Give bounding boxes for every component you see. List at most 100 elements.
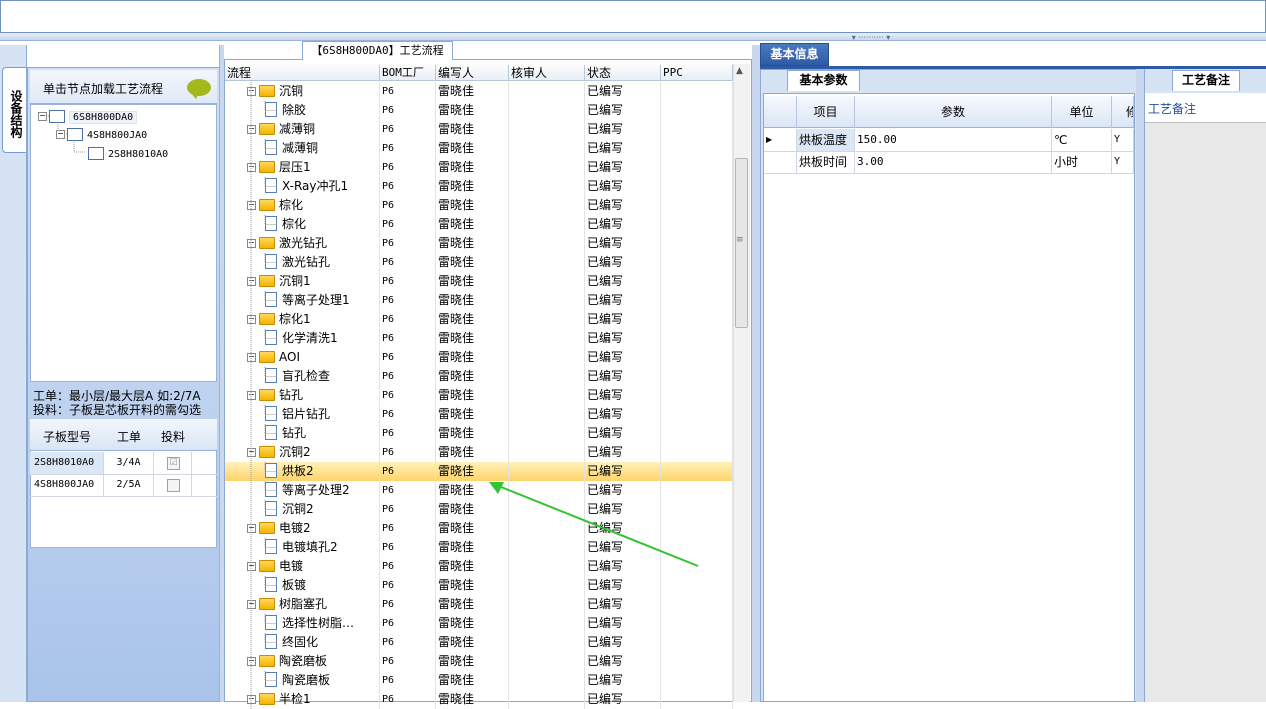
- cell-bom[interactable]: P6: [380, 82, 436, 101]
- cell-bom[interactable]: P6: [380, 671, 436, 690]
- cell-reviewer[interactable]: [509, 177, 585, 196]
- process-row[interactable]: − 层压1 P6 雷晓佳 已编写: [225, 158, 733, 177]
- collapse-icon[interactable]: −: [247, 353, 256, 362]
- process-row[interactable]: 盲孔检查 P6 雷晓佳 已编写: [225, 367, 733, 386]
- cell-reviewer[interactable]: [509, 633, 585, 652]
- cell-step[interactable]: X-Ray冲孔1: [225, 177, 380, 196]
- scroll-up-icon[interactable]: ▲: [736, 66, 743, 76]
- cell-step[interactable]: − 半检1: [225, 690, 380, 709]
- cell-reviewer[interactable]: [509, 614, 585, 633]
- cell-ppc[interactable]: [661, 557, 733, 576]
- process-row[interactable]: 等离子处理2 P6 雷晓佳 已编写: [225, 481, 733, 500]
- cell-reviewer[interactable]: [509, 158, 585, 177]
- cell-bom[interactable]: P6: [380, 557, 436, 576]
- tree-node-root[interactable]: − 6S8H800DA0: [38, 108, 138, 124]
- cell-writer[interactable]: 雷晓佳: [436, 291, 509, 310]
- cell-status[interactable]: 已编写: [585, 576, 661, 595]
- splitter-grip-icon[interactable]: ▾ ·········· ▾: [836, 34, 906, 42]
- cell-step[interactable]: 陶瓷磨板: [225, 671, 380, 690]
- cell-step[interactable]: − 沉铜1: [225, 272, 380, 291]
- cell-reviewer[interactable]: [509, 120, 585, 139]
- cell-status[interactable]: 已编写: [585, 405, 661, 424]
- process-row[interactable]: 化学清洗1 P6 雷晓佳 已编写: [225, 329, 733, 348]
- cell-ppc[interactable]: [661, 405, 733, 424]
- cell-bom[interactable]: P6: [380, 139, 436, 158]
- feed-checkbox[interactable]: [167, 479, 180, 492]
- cell-reviewer[interactable]: [509, 82, 585, 101]
- cell-ppc[interactable]: [661, 424, 733, 443]
- cell-ppc[interactable]: [661, 671, 733, 690]
- cell-ppc[interactable]: [661, 253, 733, 272]
- cell-status[interactable]: 已编写: [585, 595, 661, 614]
- cell-reviewer[interactable]: [509, 272, 585, 291]
- cell-unit[interactable]: 小时: [1052, 151, 1112, 173]
- cell-step[interactable]: 钻孔: [225, 424, 380, 443]
- process-row[interactable]: 除胶 P6 雷晓佳 已编写: [225, 101, 733, 120]
- cell-step[interactable]: − 沉铜2: [225, 443, 380, 462]
- cell-bom[interactable]: P6: [380, 481, 436, 500]
- cell-step[interactable]: 激光钻孔: [225, 253, 380, 272]
- cell-writer[interactable]: 雷晓佳: [436, 386, 509, 405]
- tree-node-label[interactable]: 4S8H800JA0: [87, 130, 147, 141]
- cell-status[interactable]: 已编写: [585, 158, 661, 177]
- tree-node-label[interactable]: 2S8H8010A0: [108, 149, 168, 160]
- cell-bom[interactable]: P6: [380, 158, 436, 177]
- cell-writer[interactable]: 雷晓佳: [436, 215, 509, 234]
- cell-reviewer[interactable]: [509, 367, 585, 386]
- right-splitter[interactable]: [1136, 69, 1144, 702]
- cell-writer[interactable]: 雷晓佳: [436, 519, 509, 538]
- cell-reviewer[interactable]: [509, 443, 585, 462]
- process-row[interactable]: 棕化 P6 雷晓佳 已编写: [225, 215, 733, 234]
- collapse-icon[interactable]: −: [247, 695, 256, 704]
- cell-reviewer[interactable]: [509, 424, 585, 443]
- cell-bom[interactable]: P6: [380, 348, 436, 367]
- cell-step[interactable]: − 减薄铜: [225, 120, 380, 139]
- cell-writer[interactable]: 雷晓佳: [436, 595, 509, 614]
- cell-writer[interactable]: 雷晓佳: [436, 272, 509, 291]
- process-row[interactable]: − 半检1 P6 雷晓佳 已编写: [225, 690, 733, 709]
- cell-status[interactable]: 已编写: [585, 82, 661, 101]
- collapse-icon[interactable]: −: [56, 130, 65, 139]
- cell-status[interactable]: 已编写: [585, 500, 661, 519]
- cell-bom[interactable]: P6: [380, 386, 436, 405]
- cell-reviewer[interactable]: [509, 386, 585, 405]
- cell-status[interactable]: 已编写: [585, 101, 661, 120]
- column-header[interactable]: 工单: [104, 428, 154, 445]
- cell-status[interactable]: 已编写: [585, 215, 661, 234]
- column-header[interactable]: 编写人: [436, 65, 509, 81]
- collapse-icon[interactable]: −: [247, 239, 256, 248]
- process-row[interactable]: 减薄铜 P6 雷晓佳 已编写: [225, 139, 733, 158]
- cell-status[interactable]: 已编写: [585, 538, 661, 557]
- cell-writer[interactable]: 雷晓佳: [436, 158, 509, 177]
- cell-reviewer[interactable]: [509, 253, 585, 272]
- cell-status[interactable]: 已编写: [585, 253, 661, 272]
- cell-step[interactable]: 铝片钻孔: [225, 405, 380, 424]
- cell-bom[interactable]: P6: [380, 272, 436, 291]
- cell-reviewer[interactable]: [509, 595, 585, 614]
- cell-order[interactable]: 3/4A: [104, 452, 154, 474]
- cell-reviewer[interactable]: [509, 576, 585, 595]
- cell-step[interactable]: − 激光钻孔: [225, 234, 380, 253]
- cell-status[interactable]: 已编写: [585, 557, 661, 576]
- cell-writer[interactable]: 雷晓佳: [436, 671, 509, 690]
- cell-writer[interactable]: 雷晓佳: [436, 234, 509, 253]
- cell-writer[interactable]: 雷晓佳: [436, 557, 509, 576]
- cell-ppc[interactable]: [661, 576, 733, 595]
- cell-bom[interactable]: P6: [380, 614, 436, 633]
- cell-step[interactable]: 板镀: [225, 576, 380, 595]
- tab-process-notes[interactable]: 工艺备注: [1172, 70, 1240, 91]
- process-row[interactable]: − AOI P6 雷晓佳 已编写: [225, 348, 733, 367]
- cell-reviewer[interactable]: [509, 139, 585, 158]
- cell-bom[interactable]: P6: [380, 196, 436, 215]
- cell-ppc[interactable]: [661, 310, 733, 329]
- cell-writer[interactable]: 雷晓佳: [436, 101, 509, 120]
- cell-status[interactable]: 已编写: [585, 272, 661, 291]
- cell-ppc[interactable]: [661, 595, 733, 614]
- cell-writer[interactable]: 雷晓佳: [436, 82, 509, 101]
- tree-node-label[interactable]: 6S8H800DA0: [69, 111, 138, 124]
- cell-writer[interactable]: 雷晓佳: [436, 310, 509, 329]
- cell-reviewer[interactable]: [509, 329, 585, 348]
- cell-step[interactable]: − 沉铜: [225, 82, 380, 101]
- process-row[interactable]: 电镀填孔2 P6 雷晓佳 已编写: [225, 538, 733, 557]
- collapse-icon[interactable]: −: [247, 87, 256, 96]
